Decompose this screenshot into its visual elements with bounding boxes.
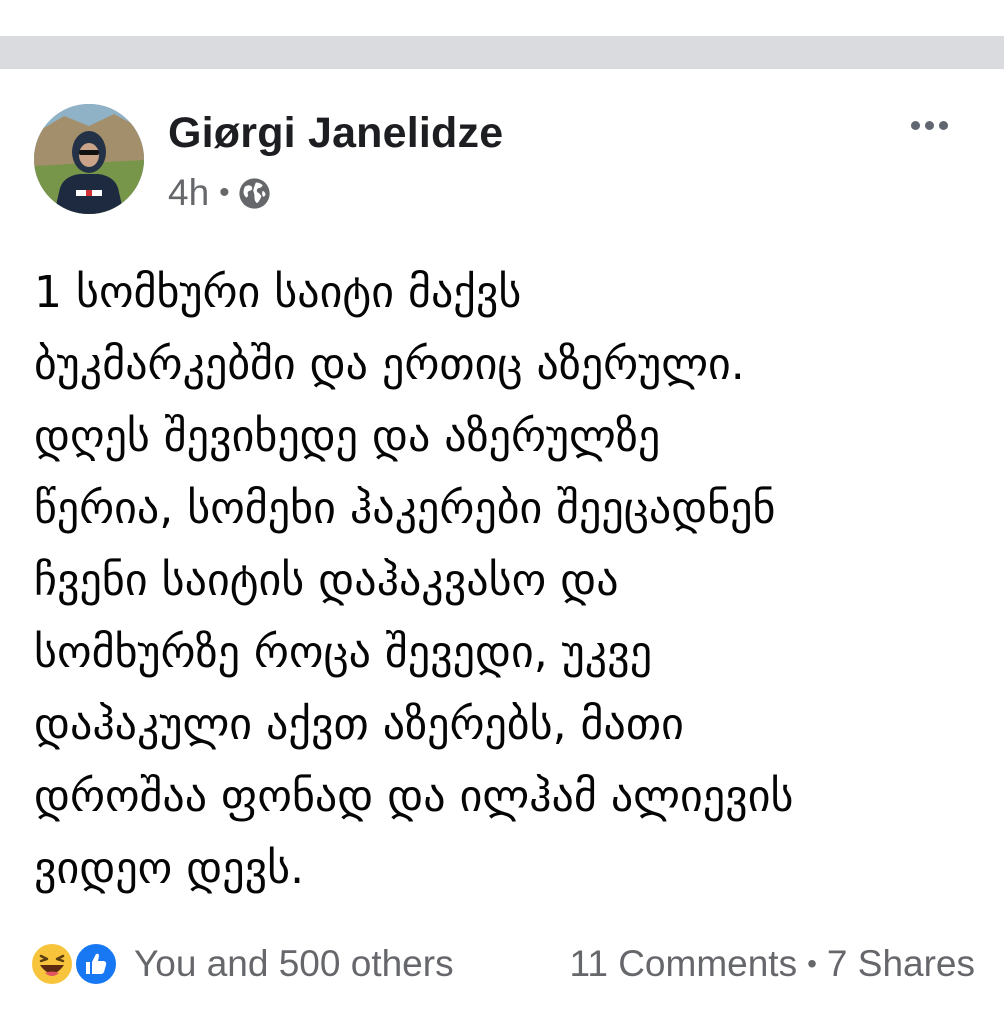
haha-icon: [30, 942, 74, 986]
globe-icon[interactable]: [238, 177, 271, 210]
post-body-line: დაჰაკული აქვთ აზერებს, მათი: [34, 699, 684, 750]
more-dot: [910, 120, 920, 130]
top-bar-background: [0, 0, 1004, 36]
post-body-line: 1 სომხური საიტი მაქვს: [34, 267, 522, 318]
shares-count[interactable]: 7 Shares: [827, 943, 975, 985]
like-icon: [74, 942, 118, 986]
meta-separator: •: [219, 176, 230, 209]
more-dot: [924, 120, 934, 130]
post-body-line: ვიდეო დევს.: [34, 843, 305, 894]
feed-divider: [0, 36, 1004, 69]
post-footer: You and 500 others 11 Comments • 7 Share…: [30, 935, 975, 993]
author-name[interactable]: Giørgi Janelidze: [168, 107, 503, 159]
post-meta: 4h •: [168, 169, 271, 217]
comments-count[interactable]: 11 Comments: [570, 943, 798, 985]
post-body-line: ჩვენი საიტის დაჰაკვასო და: [34, 555, 619, 606]
post-body-line: წერია, სომეხი ჰაკერები შეეცადნენ: [34, 483, 776, 534]
more-dot: [938, 120, 948, 130]
avatar-photo: [34, 104, 144, 214]
stats-separator: •: [807, 948, 817, 979]
post-body-line: დღეს შევიხედე და აზერულზე: [34, 411, 661, 462]
avatar[interactable]: [34, 104, 144, 214]
post-timestamp[interactable]: 4h: [168, 172, 209, 214]
post-body-line: სომხურზე როცა შევედი, უკვე: [34, 627, 653, 678]
reaction-icons[interactable]: [30, 940, 128, 988]
post-body-line: დროშაა ფონად და ილჰამ ალიევის: [34, 771, 794, 822]
post-body: 1 სომხური საიტი მაქვს ბუკმარკებში და ერთ…: [34, 257, 974, 905]
post-stats: 11 Comments • 7 Shares: [570, 943, 975, 985]
post-body-line: ბუკმარკებში და ერთიც აზერული.: [34, 339, 745, 390]
reaction-count[interactable]: You and 500 others: [134, 943, 454, 985]
more-options-icon[interactable]: [898, 107, 960, 143]
post-card: Giørgi Janelidze 4h • 1 სომხური საიტი მა…: [0, 69, 1004, 1024]
